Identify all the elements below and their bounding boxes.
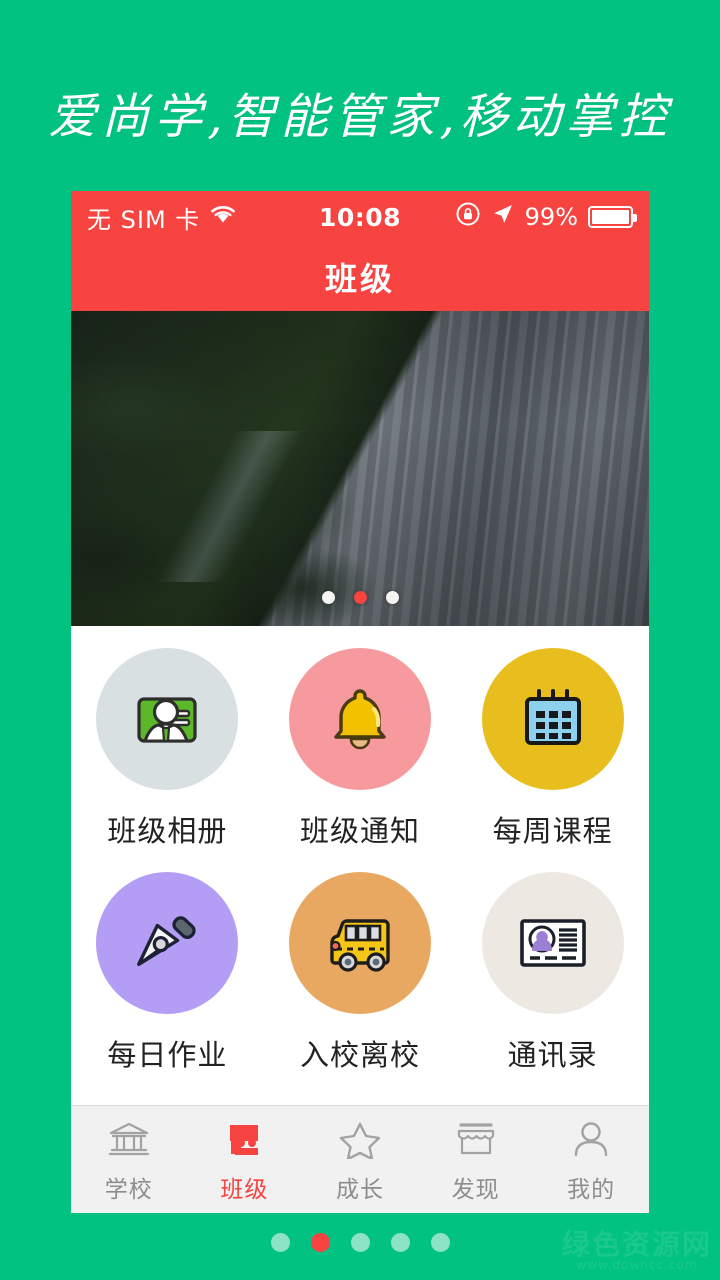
classroom-photo-icon [96, 648, 239, 790]
banner-carousel[interactable] [71, 311, 649, 626]
tab-label: 成长 [335, 1176, 384, 1203]
carousel-dots [71, 591, 649, 604]
grid-item-contacts[interactable]: 通讯录 [456, 872, 649, 1074]
school-building-icon [107, 1116, 151, 1162]
carrier-label: 无 SIM 卡 [87, 205, 201, 234]
tab-mine[interactable]: 我的 [533, 1106, 649, 1213]
shop-icon [454, 1116, 498, 1162]
battery-icon [588, 206, 637, 228]
watermark-main: 绿色资源网 [561, 1228, 712, 1262]
grid-item-label: 每日作业 [107, 1038, 228, 1072]
carousel-dot-2[interactable] [353, 591, 367, 604]
grid-item-label: 班级通知 [299, 814, 420, 848]
pen-nib-icon [96, 872, 239, 1014]
grid-item-weekly-courses[interactable]: 每周课程 [456, 648, 649, 850]
grid-item-class-album[interactable]: 班级相册 [71, 648, 264, 850]
wifi-icon [209, 203, 237, 231]
tab-growth[interactable]: 成长 [302, 1106, 418, 1213]
page-dot-1[interactable] [270, 1233, 290, 1252]
tab-school[interactable]: 学校 [71, 1106, 187, 1213]
school-bus-icon [288, 872, 431, 1014]
rotation-lock-icon [455, 201, 481, 233]
grid-item-school-bus[interactable]: 入校离校 [264, 872, 457, 1074]
site-watermark: 绿色资源网 www.downcc.com [562, 1230, 712, 1272]
carousel-dot-3[interactable] [385, 591, 399, 604]
page-headline: 爱尚学,智能管家,移动掌控 [48, 89, 672, 145]
status-bar-right: 99% [455, 201, 637, 233]
tab-discover[interactable]: 发现 [418, 1106, 534, 1213]
banner-shade-layer [71, 311, 649, 626]
grid-item-class-notice[interactable]: 班级通知 [264, 648, 457, 850]
grid-item-label: 班级相册 [107, 814, 228, 848]
tab-class[interactable]: 班级 [187, 1106, 303, 1213]
grid-item-label: 入校离校 [299, 1038, 420, 1072]
grid-item-label: 通讯录 [507, 1038, 598, 1072]
watermark-sub: www.downcc.com [576, 1258, 698, 1273]
person-icon [569, 1116, 613, 1162]
feature-grid: 班级相册 班级通知 每周课程 每日作业 入校离校 通讯录 [71, 626, 649, 1105]
page-dot-3[interactable] [350, 1233, 370, 1252]
status-bar-left: 无 SIM 卡 [87, 200, 237, 235]
tab-bar: 学校 班级 成长 发现 我的 [71, 1105, 649, 1213]
carousel-dot-1[interactable] [321, 591, 335, 604]
bell-icon [288, 648, 431, 790]
status-bar: 无 SIM 卡 10:08 99% [71, 191, 649, 243]
star-icon [338, 1116, 382, 1162]
nav-bar-title: 班级 [324, 260, 395, 298]
phone-screenshot: 无 SIM 卡 10:08 99% 班级 班级相册 班级通知 每周课程 每日作业… [71, 191, 649, 1213]
tab-label: 我的 [567, 1176, 616, 1203]
page-dot-4[interactable] [390, 1233, 410, 1252]
battery-percent-label: 99% [524, 203, 578, 231]
nav-bar: 班级 [71, 243, 649, 311]
id-card-icon [481, 872, 624, 1014]
calendar-icon [481, 648, 624, 790]
grid-item-daily-homework[interactable]: 每日作业 [71, 872, 264, 1074]
tab-label: 班级 [220, 1176, 269, 1203]
page-dot-2[interactable] [310, 1233, 330, 1252]
tab-label: 发现 [451, 1176, 500, 1203]
page-dot-5[interactable] [430, 1233, 450, 1252]
grid-item-label: 每周课程 [492, 814, 613, 848]
location-arrow-icon [491, 202, 515, 232]
class-people-icon [222, 1116, 266, 1162]
tab-label: 学校 [104, 1176, 153, 1203]
